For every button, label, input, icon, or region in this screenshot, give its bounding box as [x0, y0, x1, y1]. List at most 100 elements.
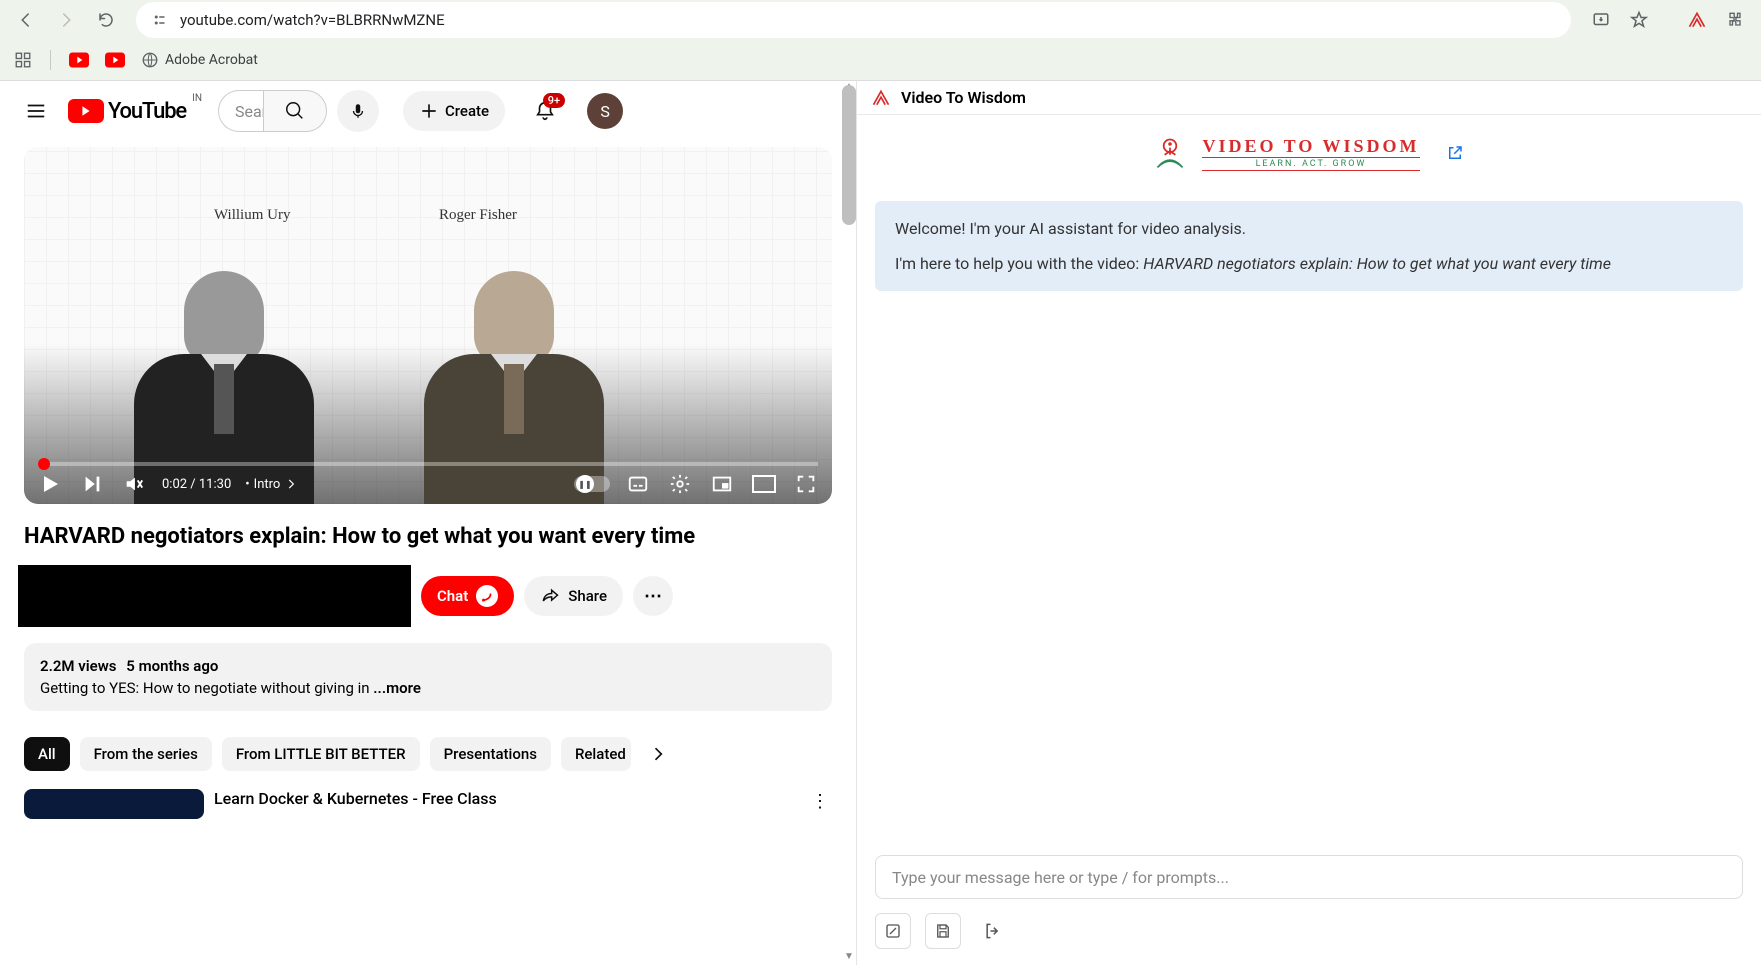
bookmarks-bar: Adobe Acrobat	[0, 40, 1761, 80]
captions-button[interactable]	[624, 470, 652, 498]
chat-button[interactable]: Chat	[421, 576, 514, 616]
bookmark-divider	[50, 50, 51, 70]
miniplayer-button[interactable]	[708, 470, 736, 498]
create-label: Create	[445, 102, 489, 120]
hero-main-text: VIDEO TO WISDOM	[1202, 136, 1419, 157]
voice-search-button[interactable]	[337, 90, 379, 132]
share-button[interactable]: Share	[524, 576, 623, 616]
chapter-link[interactable]: • Intro	[245, 477, 298, 492]
fullscreen-button[interactable]	[792, 470, 820, 498]
scrollbar-thumb[interactable]	[842, 85, 856, 225]
search-placeholder: Search	[235, 102, 263, 121]
bookmark-adobe[interactable]: Adobe Acrobat	[141, 51, 258, 69]
view-count: 2.2M views	[40, 657, 117, 675]
extension-footer: Type your message here or type / for pro…	[857, 841, 1761, 965]
extension-wisdom-icon[interactable]	[1681, 4, 1713, 36]
theater-button[interactable]	[750, 470, 778, 498]
share-icon	[540, 586, 560, 606]
youtube-logo-text: YouTube	[108, 99, 186, 124]
show-more-button[interactable]: ...more	[373, 679, 421, 697]
chevron-right-icon	[284, 477, 298, 491]
hero-sub-text: LEARN. ACT. GROW	[1202, 157, 1419, 171]
recommendation-title: Learn Docker & Kubernetes - Free Class	[214, 789, 798, 808]
extension-sidepanel: Video To Wisdom VIDEO TO WISDOM LEARN. A…	[857, 81, 1761, 965]
bookmark-youtube-1[interactable]	[69, 52, 89, 68]
message-input[interactable]: Type your message here or type / for pro…	[875, 855, 1743, 899]
install-app-icon[interactable]	[1585, 4, 1617, 36]
next-button[interactable]	[78, 470, 106, 498]
video-player[interactable]: Willium Ury Roger Fisher 0:02 / 11:30 • …	[24, 147, 832, 504]
nav-forward-button[interactable]	[50, 4, 82, 36]
chip-related[interactable]: Related	[561, 737, 631, 771]
video-annotation-1: Willium Ury	[214, 207, 290, 224]
popout-icon[interactable]	[1444, 142, 1466, 164]
extension-hero: VIDEO TO WISDOM LEARN. ACT. GROW	[857, 115, 1761, 185]
filter-chips-row: All From the series From LITTLE BIT BETT…	[24, 737, 832, 771]
url-text: youtube.com/watch?v=BLBRRNwMZNE	[180, 11, 445, 29]
chip-presentations[interactable]: Presentations	[430, 737, 551, 771]
chip-series[interactable]: From the series	[80, 737, 212, 771]
chips-scroll-right[interactable]	[641, 737, 675, 771]
video-annotation-2: Roger Fisher	[439, 207, 517, 224]
browser-toolbar: youtube.com/watch?v=BLBRRNwMZNE	[0, 0, 1761, 40]
autoplay-toggle[interactable]	[574, 476, 610, 492]
settings-button[interactable]	[666, 470, 694, 498]
extensions-puzzle-icon[interactable]	[1719, 4, 1751, 36]
youtube-country-code: IN	[192, 93, 202, 104]
site-info-icon[interactable]	[150, 10, 170, 30]
extension-title: Video To Wisdom	[901, 88, 1026, 107]
video-meta-row: Chat Share ⋯	[18, 565, 832, 627]
description-text: Getting to YES: How to negotiate without…	[40, 679, 373, 697]
search-button[interactable]	[263, 90, 327, 132]
footer-exit-button[interactable]	[975, 913, 1011, 949]
bookmark-adobe-label: Adobe Acrobat	[165, 52, 258, 68]
footer-save-button[interactable]	[925, 913, 961, 949]
notifications-button[interactable]: 9+	[525, 91, 565, 131]
bookmark-youtube-2[interactable]	[105, 52, 125, 68]
video-frame: Willium Ury Roger Fisher	[24, 147, 832, 504]
youtube-header: YouTube IN Search Create 9+	[0, 81, 856, 141]
time-display: 0:02 / 11:30	[162, 477, 231, 492]
youtube-pane: ▲ ▼ YouTube IN Search	[0, 81, 857, 965]
apps-grid-icon[interactable]	[14, 51, 32, 69]
share-label: Share	[568, 587, 607, 605]
video-age: 5 months ago	[126, 657, 218, 675]
welcome-line-2-prefix: I'm here to help you with the video:	[895, 254, 1143, 273]
description-box[interactable]: 2.2M views 5 months ago Getting to YES: …	[24, 643, 832, 711]
welcome-message: Welcome! I'm your AI assistant for video…	[875, 201, 1743, 291]
plus-icon	[419, 101, 439, 121]
extension-logo-icon	[871, 88, 891, 108]
url-bar[interactable]: youtube.com/watch?v=BLBRRNwMZNE	[136, 2, 1571, 38]
recommendation-row[interactable]: Learn Docker & Kubernetes - Free Class ⋮	[24, 789, 832, 819]
chat-icon	[476, 585, 498, 607]
welcome-line-1: Welcome! I'm your AI assistant for video…	[895, 219, 1723, 238]
mute-button[interactable]	[120, 470, 148, 498]
extension-header: Video To Wisdom	[857, 81, 1761, 115]
video-title: HARVARD negotiators explain: How to get …	[24, 524, 832, 549]
youtube-logo-icon	[68, 99, 104, 123]
youtube-logo[interactable]: YouTube IN	[68, 99, 186, 124]
nav-reload-button[interactable]	[90, 4, 122, 36]
menu-hamburger-icon[interactable]	[16, 91, 56, 131]
recommendation-thumbnail[interactable]	[24, 789, 204, 819]
channel-info-redacted[interactable]	[18, 565, 411, 627]
avatar-letter: S	[600, 102, 610, 121]
welcome-video-ref: HARVARD negotiators explain: How to get …	[1143, 254, 1611, 273]
chip-channel[interactable]: From LITTLE BIT BETTER	[222, 737, 420, 771]
chip-all[interactable]: All	[24, 737, 70, 771]
player-controls: 0:02 / 11:30 • Intro	[24, 464, 832, 504]
bookmark-star-icon[interactable]	[1623, 4, 1655, 36]
footer-action-1[interactable]	[875, 913, 911, 949]
wisdom-tree-icon	[1152, 135, 1188, 171]
notification-badge: 9+	[543, 93, 565, 108]
play-button[interactable]	[36, 470, 64, 498]
scroll-down-arrow[interactable]: ▼	[842, 951, 856, 965]
create-button[interactable]: Create	[403, 91, 505, 131]
search-input[interactable]: Search	[218, 90, 263, 132]
account-avatar[interactable]: S	[587, 93, 623, 129]
more-actions-button[interactable]: ⋯	[633, 576, 673, 616]
message-placeholder: Type your message here or type / for pro…	[892, 868, 1229, 887]
chat-label: Chat	[437, 587, 468, 605]
nav-back-button[interactable]	[10, 4, 42, 36]
recommendation-menu[interactable]: ⋮	[808, 789, 832, 813]
